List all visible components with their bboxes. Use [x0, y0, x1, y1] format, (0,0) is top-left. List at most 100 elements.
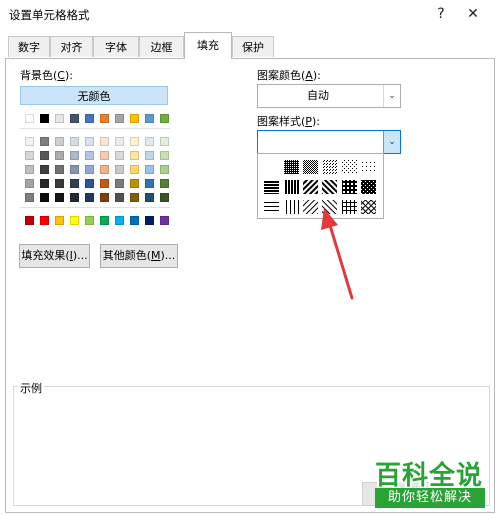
color-swatch[interactable] — [25, 137, 34, 146]
color-swatch[interactable] — [100, 165, 109, 174]
pattern-swatch — [322, 180, 337, 194]
color-swatch[interactable] — [160, 193, 169, 202]
pattern-color-value: 自动 — [307, 89, 329, 102]
pattern-swatch — [264, 200, 279, 214]
color-swatch[interactable] — [25, 179, 34, 188]
color-swatch[interactable] — [25, 193, 34, 202]
color-swatch[interactable] — [70, 165, 79, 174]
color-swatch[interactable] — [160, 216, 169, 225]
tab-number[interactable]: 数字 — [8, 36, 50, 57]
pattern-swatch — [303, 160, 318, 174]
pattern-color-select[interactable]: 自动 ⌄ — [257, 84, 401, 108]
background-color-label: 背景色(C): — [20, 69, 73, 82]
color-swatch[interactable] — [130, 165, 139, 174]
close-icon[interactable]: ✕ — [462, 4, 484, 24]
color-swatch[interactable] — [130, 216, 139, 225]
more-colors-button[interactable]: 其他颜色(M)... — [100, 244, 178, 268]
color-swatch[interactable] — [85, 179, 94, 188]
pattern-swatch — [322, 160, 337, 174]
color-swatch[interactable] — [145, 137, 154, 146]
color-swatch[interactable] — [40, 137, 49, 146]
color-swatch[interactable] — [55, 165, 64, 174]
color-swatch[interactable] — [160, 179, 169, 188]
color-swatch[interactable] — [70, 193, 79, 202]
color-swatch[interactable] — [160, 151, 169, 160]
color-swatch[interactable] — [55, 151, 64, 160]
color-swatch[interactable] — [85, 216, 94, 225]
tab-border[interactable]: 边框 — [139, 36, 184, 57]
color-swatch[interactable] — [100, 151, 109, 160]
color-swatch[interactable] — [70, 114, 79, 123]
color-swatch[interactable] — [40, 165, 49, 174]
color-swatch[interactable] — [130, 193, 139, 202]
color-swatch[interactable] — [85, 114, 94, 123]
pattern-swatch — [361, 160, 376, 174]
color-swatch[interactable] — [115, 179, 124, 188]
color-swatch[interactable] — [115, 165, 124, 174]
color-swatch[interactable] — [70, 179, 79, 188]
color-swatch[interactable] — [55, 179, 64, 188]
color-swatch[interactable] — [100, 137, 109, 146]
color-swatch[interactable] — [25, 114, 34, 123]
color-swatch[interactable] — [40, 114, 49, 123]
color-swatch[interactable] — [85, 165, 94, 174]
color-swatch[interactable] — [25, 165, 34, 174]
pattern-swatch — [284, 200, 299, 214]
pattern-swatch — [264, 180, 279, 194]
pattern-color-label: 图案颜色(A): — [257, 69, 321, 82]
tab-alignment[interactable]: 对齐 — [50, 36, 93, 57]
color-swatch[interactable] — [115, 193, 124, 202]
pattern-swatch — [342, 180, 357, 194]
palette-divider — [20, 128, 170, 129]
color-swatch[interactable] — [115, 114, 124, 123]
color-swatch[interactable] — [160, 165, 169, 174]
color-swatch[interactable] — [130, 137, 139, 146]
color-swatch[interactable] — [70, 151, 79, 160]
color-swatch[interactable] — [130, 151, 139, 160]
pattern-swatch — [303, 180, 318, 194]
pattern-swatch — [284, 160, 299, 174]
tab-protection[interactable]: 保护 — [232, 36, 274, 57]
color-swatch[interactable] — [115, 151, 124, 160]
color-swatch[interactable] — [25, 151, 34, 160]
no-color-button[interactable]: 无颜色 — [20, 86, 168, 105]
color-swatch[interactable] — [145, 165, 154, 174]
tab-font[interactable]: 字体 — [93, 36, 139, 57]
chevron-down-icon[interactable]: ⌄ — [383, 85, 400, 107]
color-swatch[interactable] — [160, 114, 169, 123]
color-swatch[interactable] — [55, 193, 64, 202]
color-swatch[interactable] — [100, 216, 109, 225]
color-swatch[interactable] — [145, 179, 154, 188]
color-swatch[interactable] — [55, 114, 64, 123]
color-swatch[interactable] — [160, 137, 169, 146]
color-swatch[interactable] — [100, 193, 109, 202]
help-button[interactable]: ? — [430, 4, 452, 24]
color-swatch[interactable] — [40, 179, 49, 188]
tab-fill[interactable]: 填充 — [184, 32, 232, 59]
color-swatch[interactable] — [25, 216, 34, 225]
color-swatch[interactable] — [130, 114, 139, 123]
color-swatch[interactable] — [55, 137, 64, 146]
color-swatch[interactable] — [70, 137, 79, 146]
color-swatch[interactable] — [100, 114, 109, 123]
color-swatch[interactable] — [130, 179, 139, 188]
chevron-down-icon[interactable]: ⌄ — [383, 131, 400, 153]
color-swatch[interactable] — [145, 114, 154, 123]
color-swatch[interactable] — [70, 216, 79, 225]
color-swatch[interactable] — [145, 193, 154, 202]
color-swatch[interactable] — [55, 216, 64, 225]
pattern-style-select[interactable]: ⌄ — [257, 130, 401, 154]
color-swatch[interactable] — [85, 137, 94, 146]
color-swatch[interactable] — [115, 137, 124, 146]
color-swatch[interactable] — [40, 193, 49, 202]
fill-effects-button[interactable]: 填充效果(I)... — [19, 244, 90, 268]
color-swatch[interactable] — [85, 151, 94, 160]
color-swatch[interactable] — [145, 151, 154, 160]
color-swatch[interactable] — [40, 216, 49, 225]
color-swatch[interactable] — [115, 216, 124, 225]
color-swatch[interactable] — [40, 151, 49, 160]
color-swatch[interactable] — [100, 179, 109, 188]
pattern-swatch — [342, 160, 357, 174]
color-swatch[interactable] — [85, 193, 94, 202]
color-swatch[interactable] — [145, 216, 154, 225]
